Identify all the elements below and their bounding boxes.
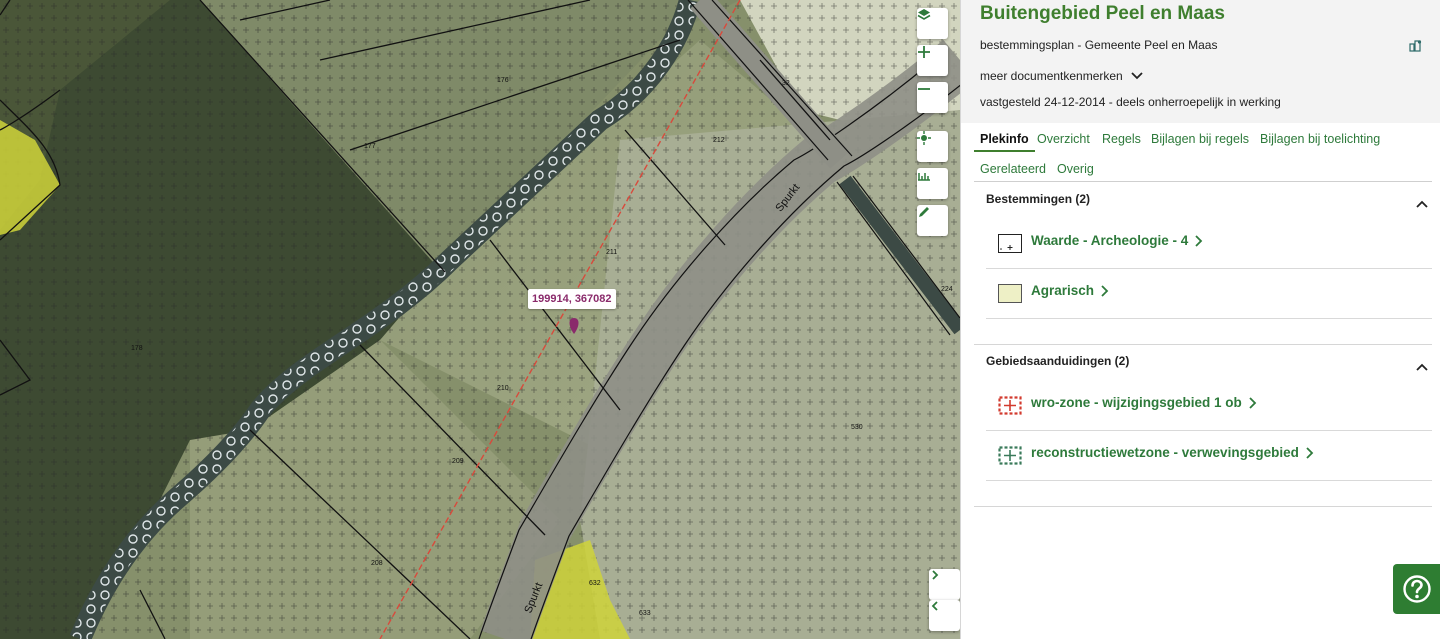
- layers-icon: [917, 9, 931, 20]
- pencil-icon: [919, 207, 929, 217]
- tab-plekinfo[interactable]: Plekinfo: [974, 128, 1035, 152]
- parcel-number: 633: [639, 610, 651, 617]
- more-document-properties-toggle[interactable]: meer documentkenmerken: [980, 69, 1143, 83]
- coordinate-label: 199914, 367082: [528, 289, 616, 309]
- chevron-left-icon: [931, 601, 938, 611]
- chevron-up-icon: [1416, 363, 1428, 371]
- zoom-out-button[interactable]: [917, 82, 948, 113]
- measure-button[interactable]: [917, 168, 948, 199]
- tab-overzicht[interactable]: Overzicht: [1031, 128, 1096, 150]
- list-item-wro-zone[interactable]: wro-zone - wijzigingsgebied 1 ob: [986, 381, 1432, 431]
- parcel-number: 32: [782, 80, 790, 87]
- plan-type: bestemmingsplan - Gemeente Peel en Maas: [980, 38, 1218, 52]
- map-view[interactable]: 176 177 178 32 212 211 210 209 208 224 5…: [0, 0, 960, 639]
- help-icon: [1402, 575, 1431, 603]
- section-divider: [974, 344, 1432, 345]
- reconstructiewetzone-swatch-icon: [998, 446, 1022, 465]
- previous-button[interactable]: [929, 600, 960, 631]
- chevron-right-icon: [1101, 284, 1109, 297]
- list-item-label: Agrarisch: [1031, 283, 1095, 298]
- tab-regels[interactable]: Regels: [1096, 128, 1147, 150]
- parcel-number: 224: [941, 286, 953, 293]
- chevron-right-icon: [1195, 234, 1203, 247]
- more-document-properties-label: meer documentkenmerken: [980, 69, 1123, 83]
- list-item-label: reconstructiewetzone - verwevingsgebied: [1031, 445, 1299, 460]
- locate-button[interactable]: [917, 131, 948, 162]
- tab-bijlagen-bij-regels[interactable]: Bijlagen bij regels: [1145, 128, 1255, 150]
- parcel-number: 209: [452, 458, 464, 465]
- tab-overig[interactable]: Overig: [1051, 158, 1100, 180]
- chevron-right-icon: [1306, 446, 1314, 459]
- agrarisch-swatch-icon: [998, 284, 1022, 303]
- chevron-up-icon: [1416, 200, 1428, 208]
- parcel-number: 211: [606, 249, 618, 256]
- list-item-label: Waarde - Archeologie - 4: [1031, 233, 1189, 248]
- archeologie-swatch-icon: [998, 234, 1022, 253]
- panel-header: Buitengebied Peel en Maas bestemmingspla…: [961, 0, 1440, 123]
- section-heading-bestemmingen: Bestemmingen (2): [986, 192, 1091, 206]
- app-root: 176 177 178 32 212 211 210 209 208 224 5…: [0, 0, 1440, 639]
- parcel-number: 210: [497, 385, 509, 392]
- parcel-number: 177: [364, 143, 376, 150]
- list-item-label: wro-zone - wijzigingsgebied 1 ob: [1031, 395, 1242, 410]
- zoom-in-button[interactable]: [917, 45, 948, 76]
- collapse-gebiedsaanduidingen-button[interactable]: [1416, 357, 1428, 376]
- section-divider: [974, 506, 1432, 507]
- list-item-reconstructiewetzone[interactable]: reconstructiewetzone - verwevingsgebied: [986, 431, 1432, 481]
- chevron-right-icon: [1249, 396, 1257, 409]
- draw-button[interactable]: [917, 205, 948, 236]
- parcel-number: 212: [713, 137, 725, 144]
- plan-status: vastgesteld 24-12-2014 - deels onherroep…: [980, 95, 1281, 109]
- parcel-number: 178: [131, 345, 143, 352]
- collapse-bestemmingen-button[interactable]: [1416, 194, 1428, 213]
- wro-zone-swatch-icon: [998, 396, 1022, 415]
- help-button[interactable]: [1393, 564, 1440, 614]
- plan-title: Buitengebied Peel en Maas: [980, 3, 1225, 24]
- map-canvas[interactable]: [0, 0, 960, 639]
- parcel-number: 176: [497, 77, 509, 84]
- tab-bijlagen-bij-toelichting[interactable]: Bijlagen bij toelichting: [1254, 128, 1386, 150]
- chevron-down-icon: [1131, 72, 1143, 80]
- minus-icon: [918, 88, 930, 90]
- plan-info-icon[interactable]: [1409, 37, 1422, 56]
- ruler-icon: [918, 173, 930, 181]
- section-heading-gebiedsaanduidingen: Gebiedsaanduidingen (2): [986, 354, 1130, 368]
- location-icon: [917, 131, 931, 145]
- parcel-number: 208: [371, 560, 383, 567]
- list-item-agrarisch[interactable]: Agrarisch: [986, 269, 1432, 319]
- parcel-number: 530: [851, 424, 863, 431]
- parcel-number: 632: [589, 580, 601, 587]
- layers-button[interactable]: [917, 8, 948, 39]
- next-button[interactable]: [929, 569, 960, 600]
- plus-icon: [918, 46, 930, 58]
- tab-gerelateerd[interactable]: Gerelateerd: [974, 158, 1052, 180]
- list-item-waarde-archeologie[interactable]: Waarde - Archeologie - 4: [986, 219, 1432, 269]
- tab-bar: Plekinfo Overzicht Regels Bijlagen bij r…: [974, 126, 1432, 182]
- info-panel: Buitengebied Peel en Maas bestemmingspla…: [960, 0, 1440, 639]
- chevron-right-icon: [932, 570, 939, 580]
